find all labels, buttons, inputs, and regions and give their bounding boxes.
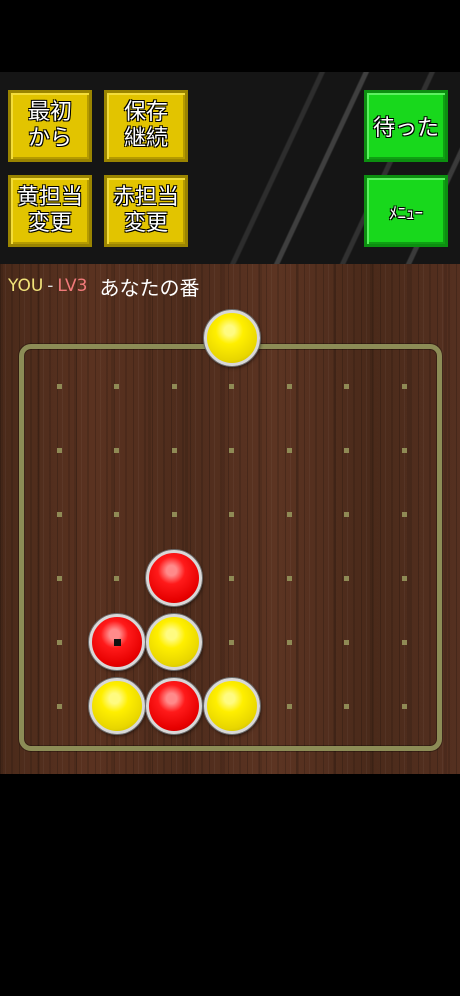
grid-point [401, 575, 407, 581]
status-separator: - [47, 276, 54, 296]
grid-point [401, 447, 407, 453]
grid-point [114, 575, 119, 581]
grid-point [344, 447, 349, 453]
grid-point [401, 511, 407, 517]
yellow-disc [203, 678, 260, 734]
grid-point [401, 639, 407, 645]
toolbar: 最初 から 保存 継続 黄担当 変更 赤担当 変更 待った ﾒﾆｭｰ [0, 72, 460, 264]
menu-button-label: ﾒﾆｭｰ [389, 203, 423, 224]
grid-point [114, 383, 119, 389]
undo-button[interactable]: 待った [364, 90, 448, 162]
menu-button[interactable]: ﾒﾆｭｰ [364, 175, 448, 247]
turn-indicator: あなたの番 [99, 275, 200, 300]
grid-point [56, 639, 62, 645]
grid-point [56, 511, 62, 517]
grid-point [286, 383, 292, 389]
grid-point [114, 511, 119, 517]
grid-point [344, 639, 349, 645]
grid-point [286, 575, 292, 581]
top-black-bar [0, 0, 460, 72]
grid-point [344, 511, 349, 517]
red-disc [146, 678, 202, 734]
change-red-player-button[interactable]: 赤担当 変更 [104, 175, 188, 247]
next-disc-selector[interactable] [204, 310, 260, 366]
status-line: YOU - LV3 あなたの番 [8, 270, 199, 302]
grid-point [114, 447, 119, 453]
grid-point [229, 383, 234, 389]
save-continue-button[interactable]: 保存 継続 [104, 90, 188, 162]
grid-point [286, 703, 292, 709]
yellow-disc [88, 678, 145, 734]
grid-point [171, 511, 177, 517]
grid-point [56, 575, 62, 581]
grid-point [344, 575, 349, 581]
grid-point [171, 383, 177, 389]
grid-point [56, 703, 62, 709]
red-disc [88, 614, 145, 670]
grid-point [56, 383, 62, 389]
grid-point [286, 639, 292, 645]
grid-point [286, 511, 292, 517]
grid-point [344, 703, 349, 709]
change-yellow-player-button[interactable]: 黄担当 変更 [8, 175, 92, 247]
last-move-marker [113, 639, 121, 646]
grid-point [401, 383, 407, 389]
grid-point [229, 575, 234, 581]
grid-point [56, 447, 62, 453]
grid-point [229, 511, 234, 517]
yellow-disc [146, 614, 202, 670]
level-label: LV3 [57, 276, 88, 296]
player-label: YOU [8, 276, 44, 296]
grid-point [229, 639, 234, 645]
grid-point [344, 383, 349, 389]
grid-point [229, 447, 234, 453]
red-disc [146, 550, 202, 606]
grid-point [286, 447, 292, 453]
grid-point [401, 703, 407, 709]
grid-point [171, 447, 177, 453]
restart-button[interactable]: 最初 から [8, 90, 92, 162]
